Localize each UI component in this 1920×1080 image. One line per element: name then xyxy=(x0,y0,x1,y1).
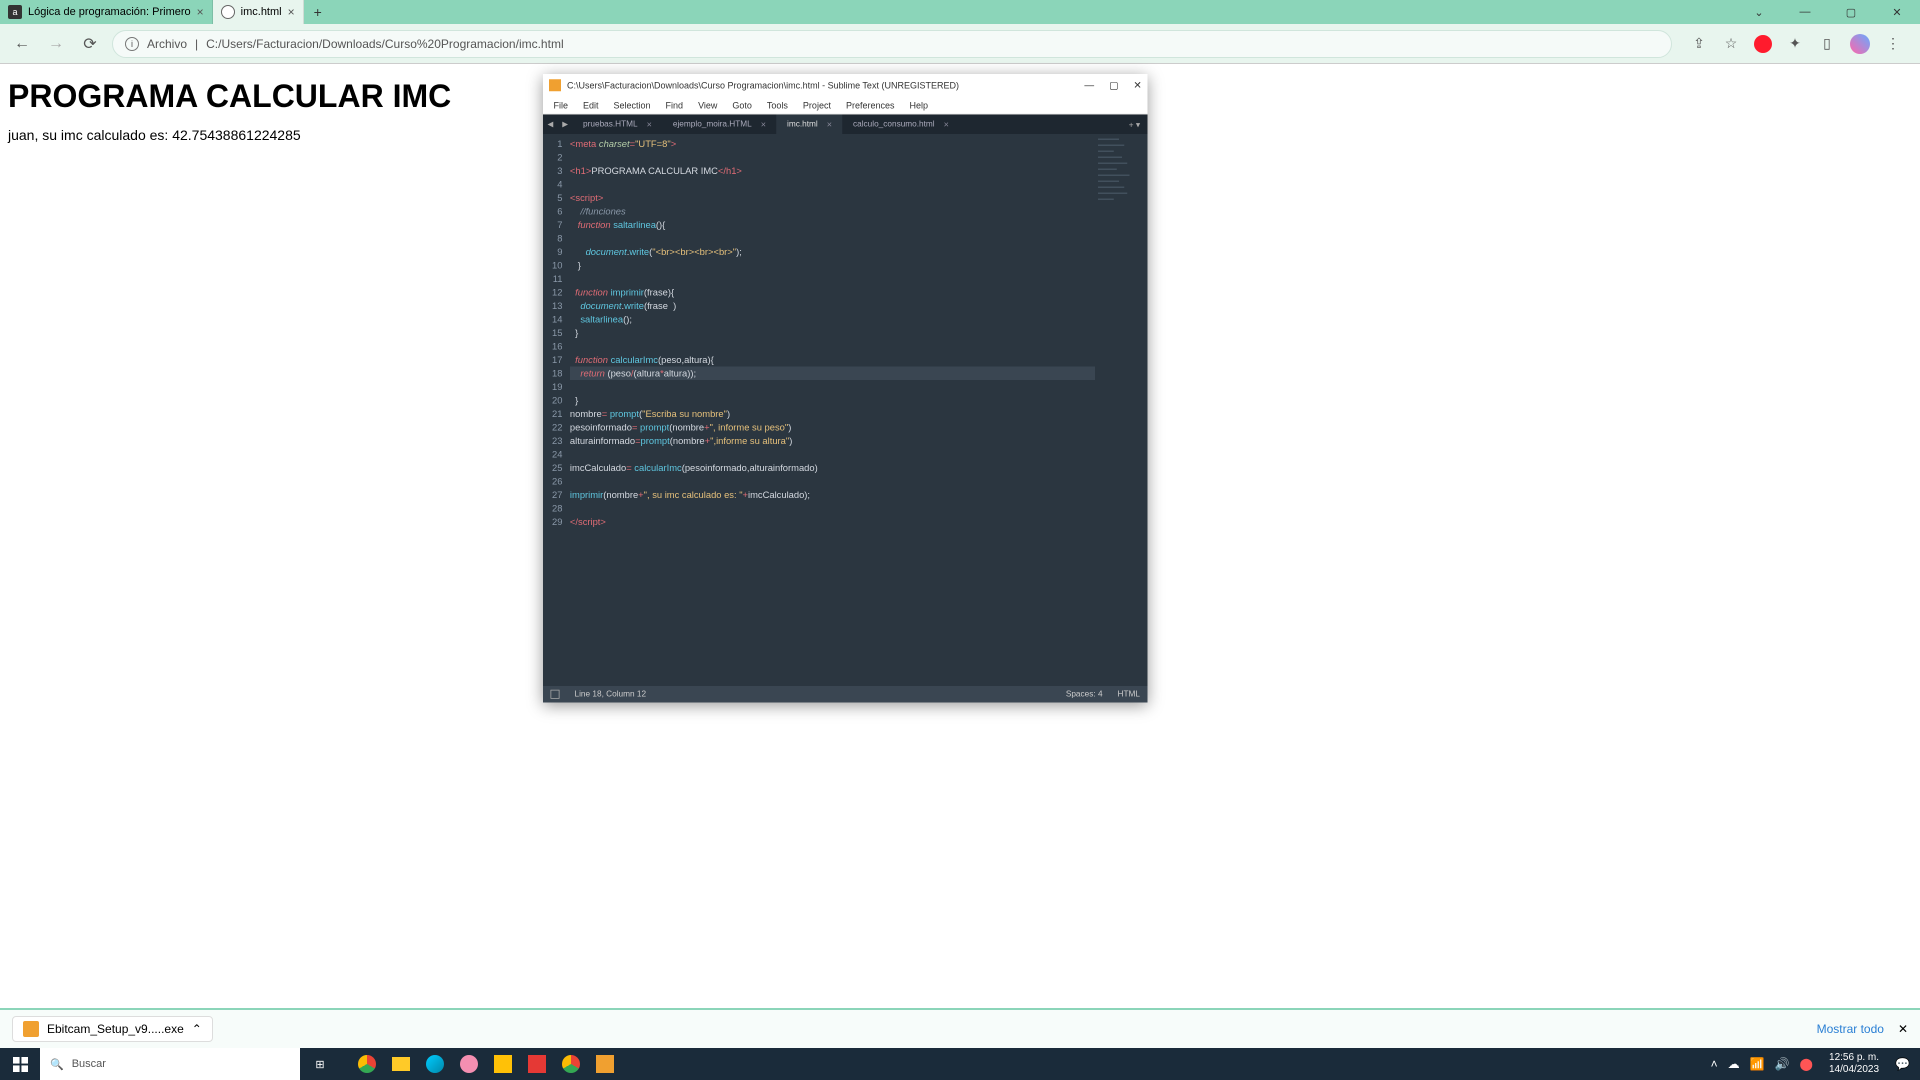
taskbar-edge-icon[interactable] xyxy=(418,1048,452,1080)
reload-button[interactable]: ⟳ xyxy=(78,34,102,54)
menu-file[interactable]: File xyxy=(548,98,575,112)
tab-nav-back-icon[interactable]: ◀ xyxy=(543,120,558,128)
url-scheme-label: Archivo xyxy=(147,37,187,51)
address-bar[interactable]: i Archivo | C:/Users/Facturacion/Downloa… xyxy=(112,30,1672,58)
status-lang[interactable]: HTML xyxy=(1118,690,1140,699)
tray-chevron-icon[interactable]: ˄ xyxy=(1711,1057,1718,1071)
start-button[interactable] xyxy=(0,1048,40,1080)
new-tab-button[interactable]: + xyxy=(304,4,332,20)
taskbar-clock[interactable]: 12:56 p. m. 14/04/2023 xyxy=(1823,1052,1885,1076)
clock-date: 14/04/2023 xyxy=(1829,1064,1879,1076)
menu-find[interactable]: Find xyxy=(660,98,690,112)
menu-help[interactable]: Help xyxy=(903,98,934,112)
close-shelf-button[interactable]: ✕ xyxy=(1898,1022,1908,1036)
extensions-icon[interactable]: ✦ xyxy=(1786,35,1804,53)
clock-time: 12:56 p. m. xyxy=(1829,1052,1879,1064)
editor-tab-0[interactable]: pruebas.HTML× xyxy=(573,115,663,135)
download-item[interactable]: Ebitcam_Setup_v9.....exe ⌃ xyxy=(12,1016,213,1042)
menu-goto[interactable]: Goto xyxy=(726,98,758,112)
line-gutter: 1234567891011121314151617181920212223242… xyxy=(543,134,570,686)
url-text: C:/Users/Facturacion/Downloads/Curso%20P… xyxy=(206,37,563,51)
download-shelf: Ebitcam_Setup_v9.....exe ⌃ Mostrar todo … xyxy=(0,1008,1920,1048)
menu-tools[interactable]: Tools xyxy=(761,98,794,112)
menu-selection[interactable]: Selection xyxy=(608,98,657,112)
download-filename: Ebitcam_Setup_v9.....exe xyxy=(47,1022,184,1036)
tray-volume-icon[interactable]: 🔊 xyxy=(1775,1057,1790,1071)
browser-tab-1[interactable]: imc.html × xyxy=(213,0,304,24)
editor-tab-1[interactable]: ejemplo_moira.HTML× xyxy=(662,115,776,135)
tray-onedrive-icon[interactable]: ☁ xyxy=(1728,1057,1740,1071)
close-icon[interactable]: × xyxy=(288,5,295,19)
forward-button[interactable]: → xyxy=(44,35,68,53)
share-icon[interactable]: ⇪ xyxy=(1690,35,1708,53)
tab-nav-fwd-icon[interactable]: ▶ xyxy=(558,120,573,128)
minimize-button[interactable]: — xyxy=(1084,79,1094,91)
tray-wifi-icon[interactable]: 📶 xyxy=(1750,1057,1765,1071)
menu-project[interactable]: Project xyxy=(797,98,837,112)
status-panel-icon[interactable] xyxy=(551,690,560,699)
windows-taskbar: 🔍 Buscar ⊞ ˄ ☁ 📶 🔊 ⬤ 12:56 p. m. 14/04/2… xyxy=(0,1048,1920,1080)
taskbar-sublime-icon[interactable] xyxy=(588,1048,622,1080)
maximize-button[interactable]: ▢ xyxy=(1109,79,1118,91)
menu-view[interactable]: View xyxy=(692,98,723,112)
search-icon: 🔍 xyxy=(50,1058,64,1071)
taskbar-app-icon[interactable] xyxy=(452,1048,486,1080)
taskbar-app-icon[interactable] xyxy=(486,1048,520,1080)
tab-title: Lógica de programación: Primero xyxy=(28,6,191,18)
sublime-window: C:\Users\Facturacion\Downloads\Curso Pro… xyxy=(543,74,1148,703)
close-icon[interactable]: × xyxy=(944,119,949,130)
chevron-up-icon[interactable]: ⌃ xyxy=(192,1022,202,1036)
close-button[interactable]: ✕ xyxy=(1874,6,1920,19)
minimize-button[interactable]: — xyxy=(1782,6,1828,19)
sublime-menubar: File Edit Selection Find View Goto Tools… xyxy=(543,97,1148,115)
tray-lang-icon[interactable]: ⬤ xyxy=(1800,1057,1813,1071)
chevron-down-icon[interactable]: ⌄ xyxy=(1736,6,1782,19)
menu-icon[interactable]: ⋮ xyxy=(1884,35,1902,53)
windows-icon xyxy=(13,1057,28,1072)
profile-icon[interactable] xyxy=(1850,34,1870,54)
sublime-app-icon xyxy=(549,79,561,91)
favicon-icon: a xyxy=(8,5,22,19)
close-icon[interactable]: × xyxy=(761,119,766,130)
tab-add-icon[interactable]: + ▾ xyxy=(1121,119,1147,129)
opera-icon[interactable] xyxy=(1754,35,1772,53)
close-icon[interactable]: × xyxy=(647,119,652,130)
taskbar-app-icon[interactable] xyxy=(520,1048,554,1080)
taskbar-explorer-icon[interactable] xyxy=(384,1048,418,1080)
sublime-titlebar[interactable]: C:\Users\Facturacion\Downloads\Curso Pro… xyxy=(543,74,1148,97)
close-icon[interactable]: × xyxy=(827,119,832,130)
status-spaces[interactable]: Spaces: 4 xyxy=(1066,690,1103,699)
back-button[interactable]: ← xyxy=(10,35,34,53)
show-all-downloads[interactable]: Mostrar todo xyxy=(1817,1022,1884,1036)
sublime-statusbar: Line 18, Column 12 Spaces: 4 HTML xyxy=(543,686,1148,703)
editor-tab-3[interactable]: calculo_consumo.html× xyxy=(842,115,959,135)
maximize-button[interactable]: ▢ xyxy=(1828,6,1874,19)
menu-edit[interactable]: Edit xyxy=(577,98,605,112)
minimap[interactable] xyxy=(1095,134,1148,686)
code-area[interactable]: <meta charset="UTF=8"> <h1>PROGRAMA CALC… xyxy=(570,134,1095,686)
search-box[interactable]: 🔍 Buscar xyxy=(40,1048,300,1080)
favicon-icon xyxy=(221,5,235,19)
sublime-title-text: C:\Users\Facturacion\Downloads\Curso Pro… xyxy=(567,80,959,91)
code-editor[interactable]: 1234567891011121314151617181920212223242… xyxy=(543,134,1148,686)
task-view-button[interactable]: ⊞ xyxy=(300,1048,340,1080)
close-button[interactable]: ✕ xyxy=(1133,79,1141,91)
notifications-icon[interactable]: 💬 xyxy=(1895,1057,1910,1071)
close-icon[interactable]: × xyxy=(197,5,204,19)
bookmark-icon[interactable]: ☆ xyxy=(1722,35,1740,53)
browser-tab-0[interactable]: a Lógica de programación: Primero × xyxy=(0,0,213,24)
status-cursor-pos: Line 18, Column 12 xyxy=(575,690,647,699)
sidepanel-icon[interactable]: ▯ xyxy=(1818,35,1836,53)
menu-preferences[interactable]: Preferences xyxy=(840,98,901,112)
editor-tab-2[interactable]: imc.html× xyxy=(777,115,843,135)
taskbar-chrome2-icon[interactable] xyxy=(554,1048,588,1080)
taskbar-chrome-icon[interactable] xyxy=(350,1048,384,1080)
url-separator: | xyxy=(195,37,198,51)
tab-title: imc.html xyxy=(241,6,282,18)
file-icon xyxy=(23,1021,39,1037)
search-placeholder: Buscar xyxy=(72,1058,106,1070)
info-icon[interactable]: i xyxy=(125,37,139,51)
